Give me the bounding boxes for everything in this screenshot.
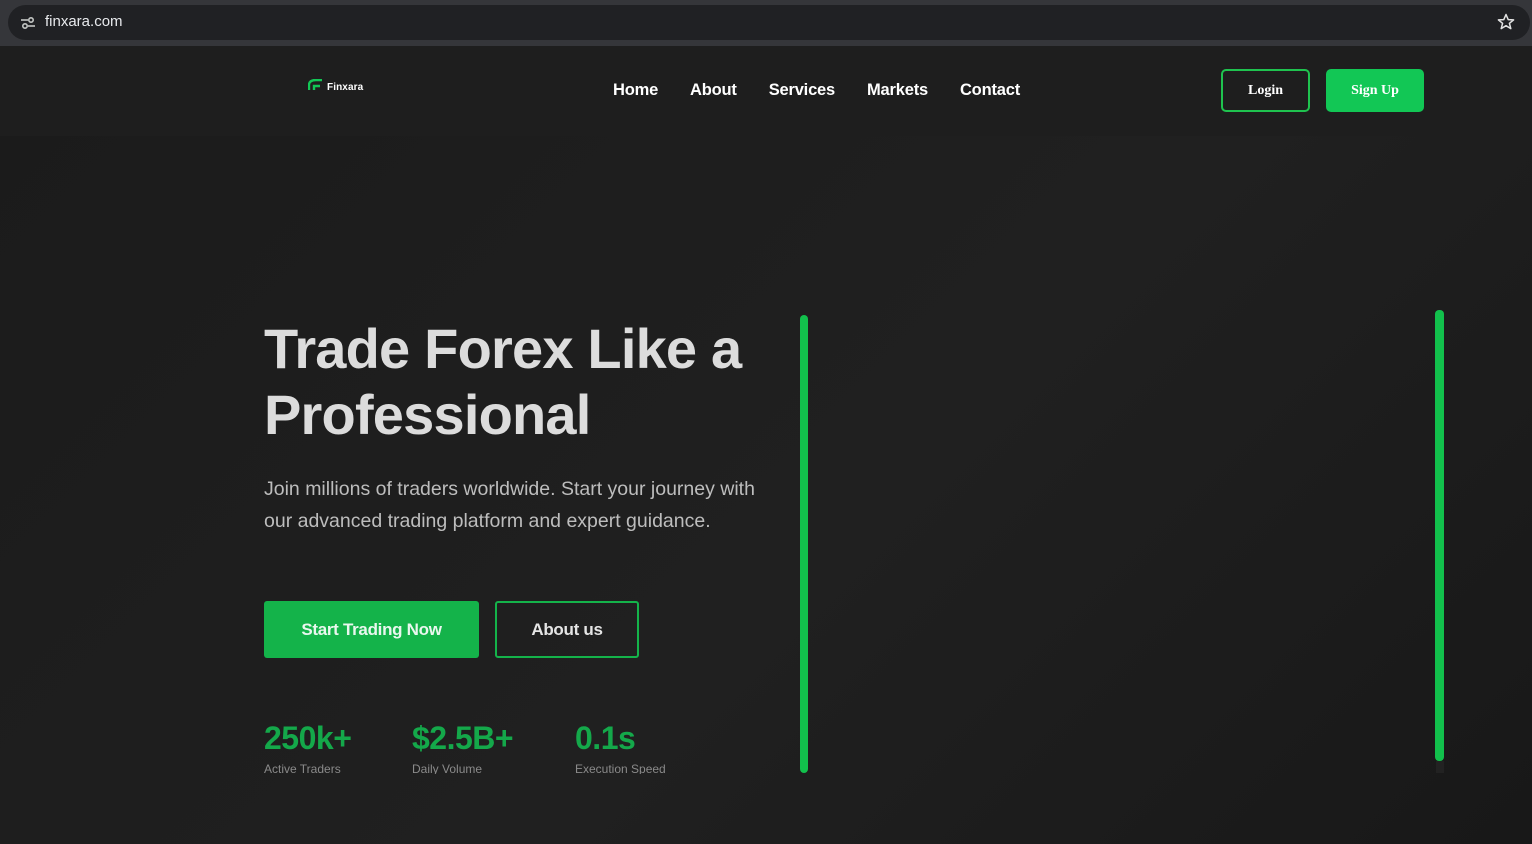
stat-value: 0.1s [575, 720, 636, 756]
site-settings-icon[interactable] [18, 13, 38, 33]
bookmark-star-icon[interactable] [1496, 12, 1516, 32]
about-us-button[interactable]: About us [495, 601, 639, 658]
login-button[interactable]: Login [1221, 69, 1310, 112]
site-header: Finxara Home About Services Markets Cont… [0, 46, 1532, 136]
nav-home[interactable]: Home [613, 79, 658, 101]
logo[interactable]: Finxara [307, 78, 364, 96]
stat-daily-volume: $2.5B+ Daily Volume [412, 718, 514, 774]
address-bar[interactable]: finxara.com [8, 5, 1530, 40]
url-text[interactable]: finxara.com [45, 13, 123, 31]
hero-title: Trade Forex Like a Professional [264, 317, 742, 446]
logo-text: Finxara [327, 81, 364, 93]
logo-mark-icon [307, 78, 324, 96]
stat-label: Execution Speed [575, 762, 666, 774]
stat-execution-speed: 0.1s Execution Speed [575, 718, 666, 774]
stat-label: Active Traders [264, 762, 341, 774]
stats-row: 250k+ Active Traders $2.5B+ Daily Volume… [264, 718, 804, 774]
hero-subtitle: Join millions of traders worldwide. Star… [264, 478, 755, 532]
accent-divider-left [800, 315, 808, 773]
main-nav: Home About Services Markets Contact [613, 79, 1020, 101]
stat-label: Daily Volume [412, 762, 483, 774]
signup-button[interactable]: Sign Up [1326, 69, 1424, 112]
hero-section: Trade Forex Like a Professional Join mil… [0, 136, 1532, 844]
browser-toolbar: finxara.com [0, 0, 1532, 46]
nav-markets[interactable]: Markets [867, 79, 928, 101]
stat-value: $2.5B+ [412, 720, 514, 756]
stat-value: 250k+ [264, 720, 352, 756]
nav-about[interactable]: About [690, 79, 737, 101]
nav-contact[interactable]: Contact [960, 79, 1020, 101]
start-trading-button[interactable]: Start Trading Now [264, 601, 479, 658]
stat-active-traders: 250k+ Active Traders [264, 718, 352, 774]
accent-divider-right [1435, 310, 1444, 761]
accent-divider-shadow [1436, 761, 1444, 773]
nav-services[interactable]: Services [769, 79, 835, 101]
